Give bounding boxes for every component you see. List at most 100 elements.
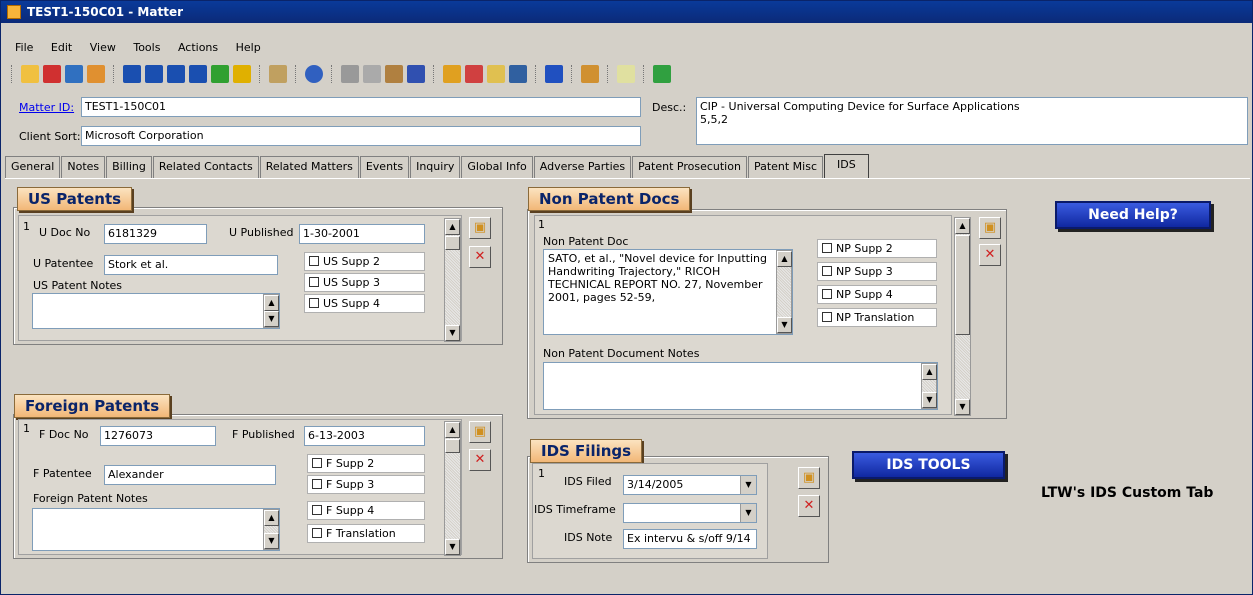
np-delete-record-icon[interactable]: ✕ [979, 244, 1001, 266]
us-supp3-checkbox[interactable]: US Supp 3 [304, 273, 425, 292]
menu-edit[interactable]: Edit [51, 41, 72, 54]
us-records-scrollbar[interactable]: ▲ ▼ [444, 218, 461, 342]
matter-id-field[interactable]: TEST1-150C01 [81, 97, 641, 117]
f-notes-scrollbar[interactable]: ▲ ▼ [263, 509, 279, 550]
tab-billing[interactable]: Billing [106, 156, 152, 178]
us-published-field[interactable]: 1-30-2001 [299, 224, 425, 244]
f-record-number: 1 [23, 422, 30, 435]
tab-inquiry[interactable]: Inquiry [410, 156, 461, 178]
desc-field[interactable]: CIP - Universal Computing Device for Sur… [696, 97, 1248, 145]
ids-timeframe-select[interactable]: ▼ [623, 503, 757, 523]
np-supp2-checkbox[interactable]: NP Supp 2 [817, 239, 937, 258]
np-doc-field[interactable]: SATO, et al., "Novel device for Inputtin… [543, 249, 793, 335]
prev-record-icon[interactable] [145, 65, 163, 83]
dollar-icon[interactable] [233, 65, 251, 83]
delete-record-icon[interactable] [43, 65, 61, 83]
foreign-patents-header[interactable]: Foreign Patents [14, 394, 171, 418]
f-records-scrollbar[interactable]: ▲ ▼ [444, 421, 461, 556]
f-notes-field[interactable]: ▲ ▼ [32, 508, 280, 551]
need-help-button[interactable]: Need Help? [1055, 201, 1211, 229]
us-record-number: 1 [23, 220, 30, 233]
menu-view[interactable]: View [90, 41, 116, 54]
menu-file[interactable]: File [15, 41, 33, 54]
menu-tools[interactable]: Tools [133, 41, 160, 54]
new-record-icon[interactable] [21, 65, 39, 83]
np-add-record-icon[interactable]: ▣ [979, 217, 1001, 239]
first-record-icon[interactable] [123, 65, 141, 83]
tab-related-contacts[interactable]: Related Contacts [152, 156, 259, 178]
tab-notes[interactable]: Notes [61, 156, 106, 178]
folder-icon[interactable] [487, 65, 505, 83]
tab-general[interactable]: General [5, 156, 61, 178]
menu-actions[interactable]: Actions [178, 41, 218, 54]
np-records-scrollbar[interactable]: ▲ ▼ [954, 217, 971, 416]
copy-icon[interactable] [363, 65, 381, 83]
us-published-label: U Published [229, 226, 294, 239]
f-supp2-checkbox[interactable]: F Supp 2 [307, 454, 425, 473]
chevron-down-icon[interactable]: ▼ [740, 504, 756, 522]
f-translation-checkbox[interactable]: F Translation [307, 524, 425, 543]
document-icon[interactable] [509, 65, 527, 83]
save-check-icon[interactable] [211, 65, 229, 83]
np-notes-field[interactable]: ▲ ▼ [543, 362, 938, 410]
np-supp3-checkbox[interactable]: NP Supp 3 [817, 262, 937, 281]
window-title: TEST1-150C01 - Matter [27, 5, 183, 19]
f-doc-no-field[interactable]: 1276073 [100, 426, 216, 446]
np-supp4-checkbox[interactable]: NP Supp 4 [817, 285, 937, 304]
chart-icon[interactable] [617, 65, 635, 83]
tab-patent-misc[interactable]: Patent Misc [747, 156, 824, 178]
paste-icon[interactable] [385, 65, 403, 83]
f-published-field[interactable]: 6-13-2003 [304, 426, 425, 446]
ids-filings-header[interactable]: IDS Filings [530, 439, 643, 463]
us-delete-record-icon[interactable]: ✕ [469, 246, 491, 268]
tab-adverse-parties[interactable]: Adverse Parties [533, 156, 632, 178]
copy-record-icon[interactable] [65, 65, 83, 83]
tab-events[interactable]: Events [359, 156, 410, 178]
word-icon[interactable] [545, 65, 563, 83]
client-sort-field[interactable]: Microsoft Corporation [81, 126, 641, 146]
us-doc-no-field[interactable]: 6181329 [104, 224, 207, 244]
undo-icon[interactable] [407, 65, 425, 83]
ids-delete-record-icon[interactable]: ✕ [798, 495, 820, 517]
non-patent-docs-header[interactable]: Non Patent Docs [528, 187, 691, 211]
us-patents-header[interactable]: US Patents [17, 187, 133, 211]
us-notes-field[interactable]: ▲ ▼ [32, 293, 280, 329]
ids-add-record-icon[interactable]: ▣ [798, 467, 820, 489]
f-patentee-field[interactable]: Alexander [104, 465, 276, 485]
ids-note-field[interactable]: Ex intervu & s/off 9/14 [623, 529, 757, 549]
menu-help[interactable]: Help [236, 41, 261, 54]
np-notes-scrollbar[interactable]: ▲ ▼ [921, 363, 937, 409]
us-add-record-icon[interactable]: ▣ [469, 217, 491, 239]
us-patentee-field[interactable]: Stork et al. [104, 255, 278, 275]
notes-icon[interactable] [269, 65, 287, 83]
tab-patent-prosecution[interactable]: Patent Prosecution [632, 156, 747, 178]
ids-filed-select[interactable]: 3/14/2005 ▼ [623, 475, 757, 495]
np-translation-checkbox[interactable]: NP Translation [817, 308, 937, 327]
us-supp4-checkbox[interactable]: US Supp 4 [304, 294, 425, 313]
last-record-icon[interactable] [189, 65, 207, 83]
tools-icon[interactable] [581, 65, 599, 83]
us-notes-scrollbar[interactable]: ▲ ▼ [263, 294, 279, 328]
cut-icon[interactable] [341, 65, 359, 83]
print-icon[interactable] [87, 65, 105, 83]
np-doc-scrollbar[interactable]: ▲ ▼ [776, 250, 792, 334]
calendar-icon[interactable] [465, 65, 483, 83]
tab-related-matters[interactable]: Related Matters [259, 156, 359, 178]
f-supp4-checkbox[interactable]: F Supp 4 [307, 501, 425, 520]
f-delete-record-icon[interactable]: ✕ [469, 449, 491, 471]
chevron-down-icon[interactable]: ▼ [740, 476, 756, 494]
clock-icon[interactable] [305, 65, 323, 83]
find-icon[interactable] [443, 65, 461, 83]
exit-icon[interactable] [653, 65, 671, 83]
f-add-record-icon[interactable]: ▣ [469, 421, 491, 443]
tab-ids[interactable]: IDS [824, 154, 869, 178]
f-notes-label: Foreign Patent Notes [33, 492, 148, 505]
ids-tools-button[interactable]: IDS TOOLS [852, 451, 1005, 479]
matter-id-link[interactable]: Matter ID: [19, 101, 74, 114]
next-record-icon[interactable] [167, 65, 185, 83]
f-supp3-checkbox[interactable]: F Supp 3 [307, 475, 425, 494]
tab-global-info[interactable]: Global Info [461, 156, 533, 178]
toolbar [5, 61, 673, 87]
us-supp2-checkbox[interactable]: US Supp 2 [304, 252, 425, 271]
menu-bar: File Edit View Tools Actions Help [1, 37, 1252, 59]
